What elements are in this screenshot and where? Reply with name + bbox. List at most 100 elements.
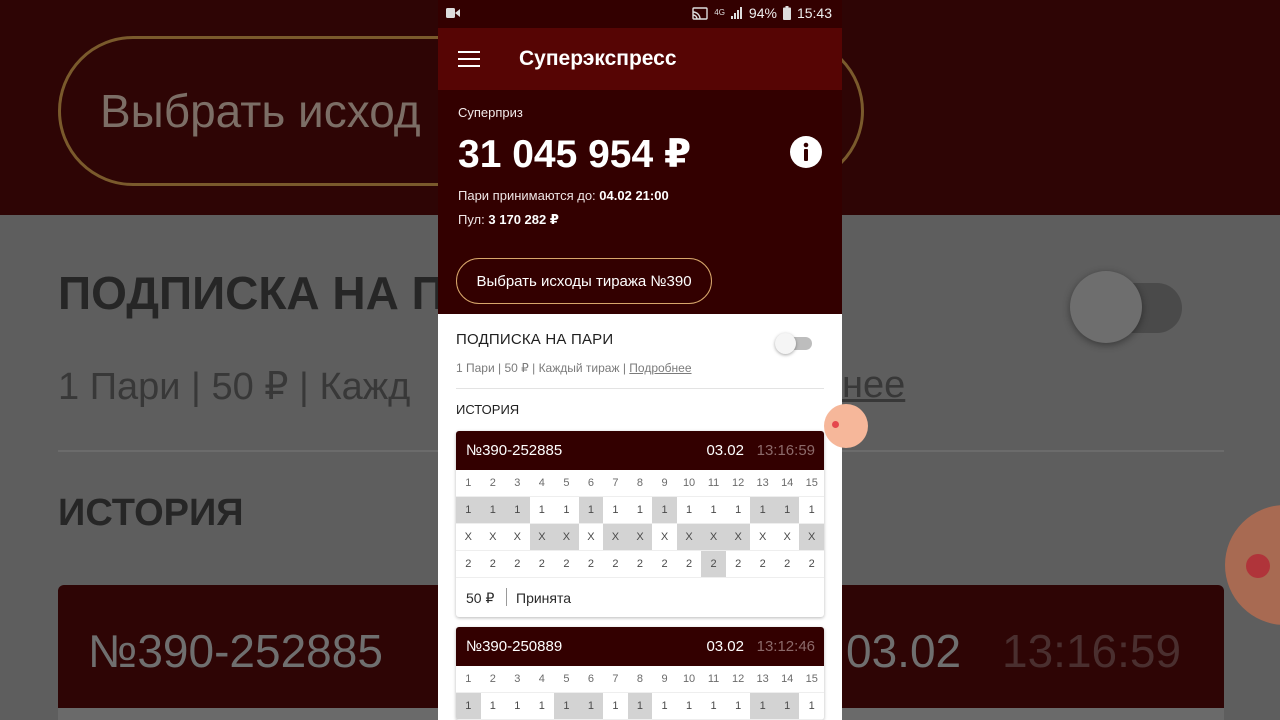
outcome-cell: 2	[652, 551, 677, 578]
match-number: 3	[505, 666, 530, 693]
outcome-cell: 1	[676, 497, 702, 524]
bet-id: №390-252885	[466, 442, 563, 459]
outcome-cell-selected: 1	[505, 497, 530, 524]
match-number: 5	[554, 470, 579, 497]
signal-icon	[730, 7, 742, 19]
outcome-cell-selected: 1	[480, 497, 506, 524]
match-number: 13	[750, 470, 775, 497]
outcome-cell: 1	[725, 693, 751, 720]
bet-card[interactable]: №390-250889 03.02 13:12:46 1 2 3 4 5 6 7 8 9 10 11…	[456, 627, 824, 720]
outcome-cell: X	[774, 524, 800, 551]
match-number: 15	[799, 470, 824, 497]
outcome-cell: 1	[603, 693, 628, 720]
outcomes-grid: 1 2 3 4 5 6 7 8 9 10 11 12 13 14 15 1 1 1 1 1 1 1 1 1 1 1 1 1 1 1	[456, 666, 824, 720]
outcome-cell-selected: 1	[578, 497, 604, 524]
outcome-cell: 2	[456, 551, 481, 578]
match-number: 7	[603, 666, 628, 693]
deadline-line: Пари принимаются до: 04.02 21:00	[458, 188, 669, 203]
match-number: 2	[480, 470, 506, 497]
match-number: 4	[529, 666, 555, 693]
divider	[456, 388, 824, 389]
outcome-cell: 1	[603, 497, 628, 524]
subscription-title: ПОДПИСКА НА ПАРИ	[456, 331, 614, 348]
outcome-cell-selected: 1	[652, 497, 677, 524]
subscription-more-link[interactable]: Подробнее	[629, 361, 691, 375]
cast-icon	[692, 6, 708, 20]
bg-subscription-line: 1 Пари | 50 ₽ | Кажд	[58, 366, 411, 408]
bet-card[interactable]: №390-252885 03.02 13:16:59 1 2 3 4 5 6 7 8 9 10 11…	[456, 431, 824, 617]
deadline-value: 04.02 21:00	[599, 188, 669, 203]
outcome-cell: 2	[627, 551, 653, 578]
match-number: 13	[750, 666, 775, 693]
outcome-cell: 2	[774, 551, 800, 578]
match-number: 10	[676, 470, 702, 497]
history-title: ИСТОРИЯ	[456, 402, 520, 417]
outcome-cell-selected: 1	[750, 693, 775, 720]
subscription-details-text: 1 Пари | 50 ₽ | Каждый тираж |	[456, 361, 626, 375]
footer-separator	[506, 588, 507, 606]
status-right: 4G 94% 15:43	[692, 5, 832, 21]
video-record-icon	[446, 8, 460, 18]
outcome-cell: 2	[603, 551, 628, 578]
outcome-cell: 2	[676, 551, 702, 578]
outcome-cell: X	[505, 524, 530, 551]
match-number: 12	[725, 666, 751, 693]
subscription-details: 1 Пари | 50 ₽ | Каждый тираж | Подробнее	[456, 361, 692, 375]
outcome-cell: 1	[652, 693, 677, 720]
bg-card-id: №390-252885	[88, 625, 383, 677]
outcome-cell: 1	[627, 497, 653, 524]
bet-amount: 50 ₽	[466, 590, 495, 606]
app-title: Суперэкспресс	[519, 47, 677, 70]
floating-bubble-dot	[832, 421, 839, 428]
outcome-cell: 1	[725, 497, 751, 524]
bet-card-footer: 50 ₽ Принята	[456, 578, 824, 617]
outcome-cell-selected: 1	[554, 693, 579, 720]
bet-date: 03.02	[706, 442, 744, 459]
phone-screen: 4G 94% 15:43 Суперэкспресс Суперприз 31 …	[438, 0, 842, 720]
outcome-cell: X	[480, 524, 506, 551]
outcome-cell-selected: X	[627, 524, 653, 551]
outcome-cell: X	[652, 524, 677, 551]
match-number: 8	[627, 666, 653, 693]
match-number: 11	[701, 666, 726, 693]
superprize-label: Суперприз	[458, 105, 523, 120]
outcome-cell: 1	[480, 693, 506, 720]
match-number: 14	[774, 470, 800, 497]
outcome-cell-selected: X	[725, 524, 751, 551]
info-icon[interactable]	[790, 136, 822, 168]
match-number: 8	[627, 470, 653, 497]
outcome-cell: 2	[725, 551, 751, 578]
bet-card-header: №390-252885 03.02 13:16:59	[456, 431, 824, 470]
hamburger-menu-icon[interactable]	[458, 51, 480, 67]
network-type: 4G	[714, 8, 725, 17]
pool-line: Пул: 3 170 282 ₽	[458, 212, 559, 228]
match-number: 14	[774, 666, 800, 693]
outcome-cell: 2	[799, 551, 824, 578]
outcome-cell-selected: X	[799, 524, 824, 551]
subscription-toggle-knob[interactable]	[775, 333, 796, 354]
clock: 15:43	[796, 5, 832, 21]
outcome-cell-selected: 2	[701, 551, 726, 578]
bg-fab-dot	[1246, 554, 1270, 578]
match-number: 4	[529, 470, 555, 497]
outcome-cell-selected: X	[603, 524, 628, 551]
bg-select-pill-text: Выбрать исход	[100, 85, 421, 137]
pool-value: 3 170 282 ₽	[488, 212, 559, 227]
outcome-cell: 1	[529, 497, 555, 524]
outcome-cell-selected: 1	[774, 693, 800, 720]
outcome-cell: 2	[480, 551, 506, 578]
match-number: 7	[603, 470, 628, 497]
bg-subscription-more: нее	[842, 364, 906, 406]
outcomes-grid: 1 2 3 4 5 6 7 8 9 10 11 12 13 14 15 1 1 1 1 1 1 1 1 1 1 1 1 1 1 1 X X X X…	[456, 470, 824, 578]
outcome-cell-selected: 1	[456, 693, 481, 720]
outcome-cell: 2	[578, 551, 604, 578]
floating-bubble[interactable]	[824, 404, 868, 448]
outcome-cell-selected: 1	[774, 497, 800, 524]
outcome-cell: 2	[505, 551, 530, 578]
battery-percent: 94%	[748, 5, 777, 21]
outcome-cell-selected: X	[701, 524, 726, 551]
match-number: 11	[701, 470, 726, 497]
select-outcomes-button[interactable]: Выбрать исходы тиража №390	[456, 258, 712, 304]
outcome-cell-selected: X	[554, 524, 579, 551]
outcome-cell: 1	[676, 693, 702, 720]
